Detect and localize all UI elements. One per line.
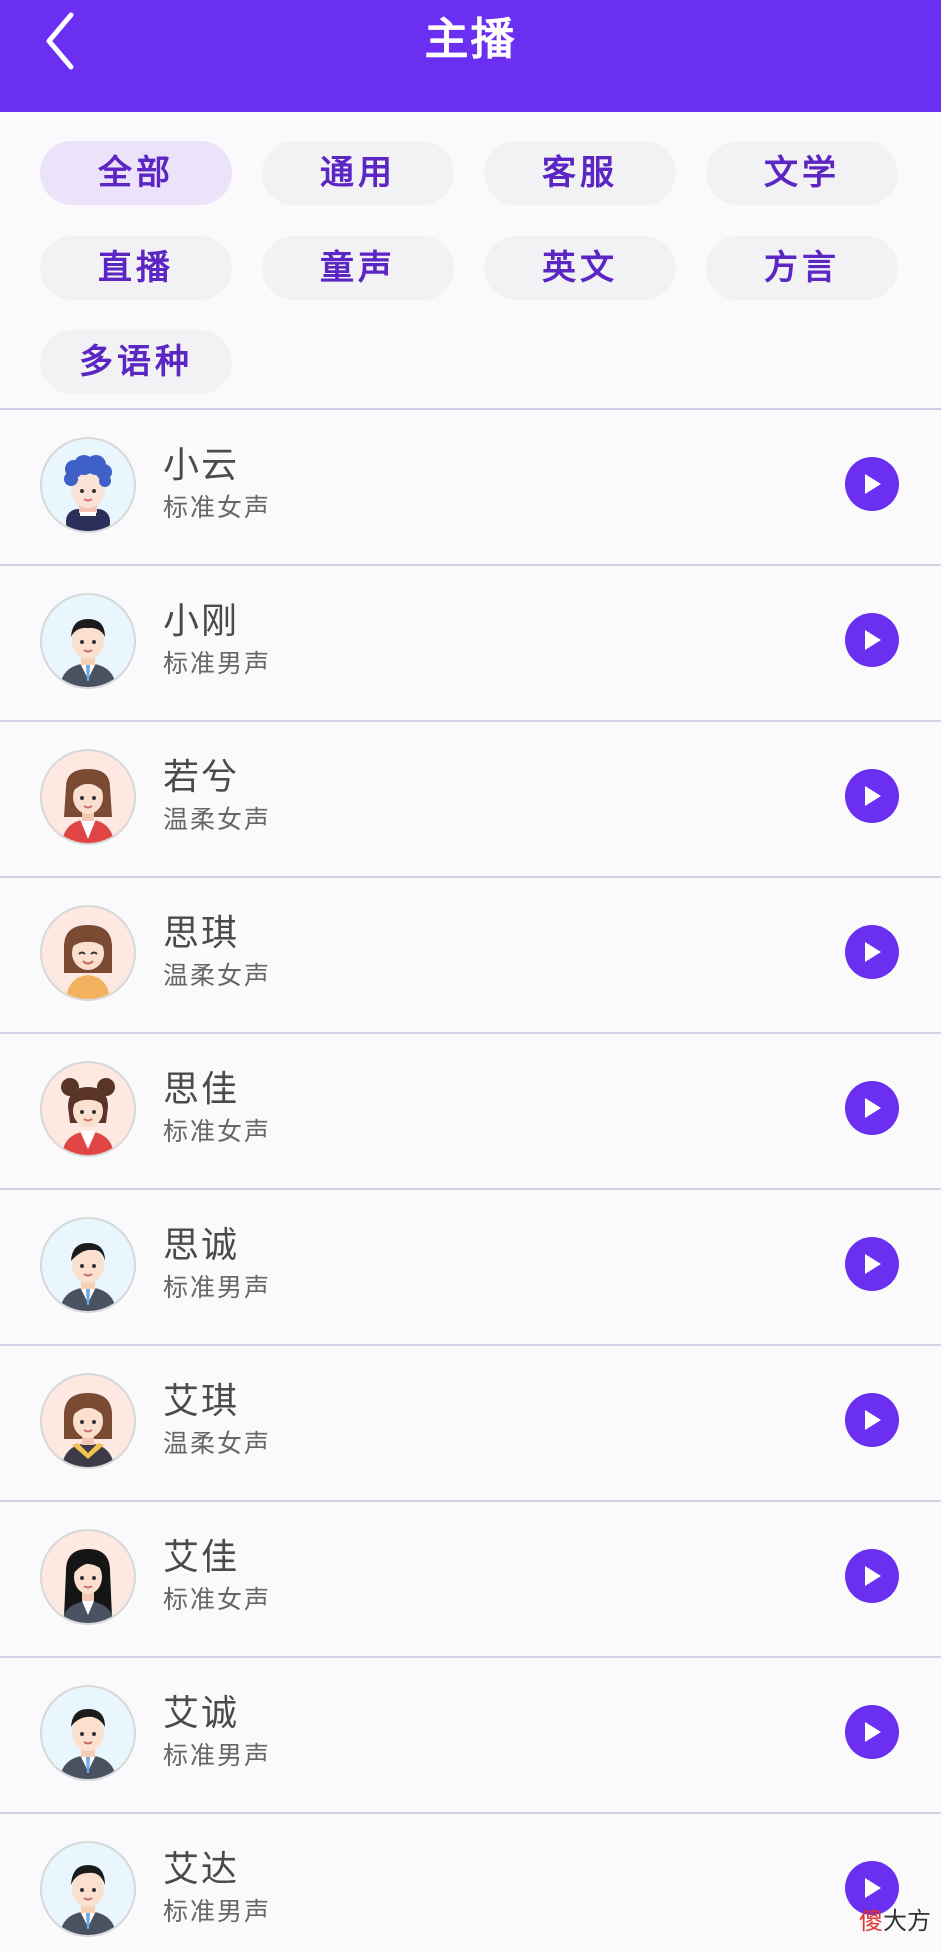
category-filter-bar: 全部 通用 客服 文学 直播 童声 英文 方言 多语种	[0, 112, 941, 409]
filter-chip-live[interactable]: 直播	[40, 236, 232, 300]
filter-chip-service[interactable]: 客服	[484, 141, 676, 205]
avatar	[40, 1841, 136, 1937]
speaker-name: 小刚	[163, 601, 240, 642]
filter-chip-dialect[interactable]: 方言	[706, 236, 898, 300]
speaker-name: 若兮	[163, 757, 240, 798]
speaker-voice: 标准男声	[163, 649, 272, 678]
watermark: 傻大方	[859, 1901, 931, 1936]
speaker-row[interactable]: 思佳 标准女声	[0, 1034, 941, 1190]
speaker-row[interactable]: 艾达 标准男声	[0, 1814, 941, 1952]
play-button[interactable]	[845, 457, 899, 511]
play-icon	[865, 786, 881, 806]
speaker-name: 艾诚	[163, 1693, 240, 1734]
filter-chip-all[interactable]: 全部	[40, 141, 232, 205]
page-title: 主播	[424, 14, 517, 65]
filter-chip-general[interactable]: 通用	[262, 141, 454, 205]
woman-red-scarf-avatar-icon	[62, 769, 114, 843]
play-button[interactable]	[845, 1081, 899, 1135]
speaker-row[interactable]: 艾琪 温柔女声	[0, 1346, 941, 1502]
play-icon	[865, 1878, 881, 1898]
play-icon	[865, 1410, 881, 1430]
boy-curly-hair-avatar-icon	[64, 455, 112, 531]
speaker-voice: 标准男声	[163, 1897, 272, 1926]
smiling-girl-avatar-icon	[64, 925, 112, 999]
speaker-row[interactable]: 小刚 标准男声	[0, 566, 941, 722]
filter-chip-literature[interactable]: 文学	[706, 141, 898, 205]
avatar	[40, 749, 136, 845]
play-button[interactable]	[845, 925, 899, 979]
filter-chip-multilingual[interactable]: 多语种	[40, 330, 232, 394]
speaker-voice: 标准女声	[163, 1117, 272, 1146]
watermark-text: 大方	[883, 1907, 931, 1935]
avatar	[40, 905, 136, 1001]
girl-buns-avatar-icon	[61, 1078, 115, 1155]
man-suit-avatar-icon	[60, 619, 116, 687]
speaker-row[interactable]: 思诚 标准男声	[0, 1190, 941, 1346]
speaker-row[interactable]: 艾诚 标准男声	[0, 1658, 941, 1814]
avatar	[40, 437, 136, 533]
avatar	[40, 1373, 136, 1469]
avatar	[40, 1217, 136, 1313]
app-screen: 主播 全部 通用 客服 文学 直播 童声 英文 方言 多语种 小云 标准女声 小…	[0, 0, 941, 1952]
play-button[interactable]	[845, 1705, 899, 1759]
woman-yellow-collar-avatar-icon	[62, 1393, 114, 1467]
speaker-row[interactable]: 思琪 温柔女声	[0, 878, 941, 1034]
speaker-list: 小云 标准女声 小刚 标准男声 若兮 温柔女声 思琪 温柔女声 思佳 标准女声 …	[0, 410, 941, 1952]
play-icon	[865, 1254, 881, 1274]
play-button[interactable]	[845, 1393, 899, 1447]
avatar	[40, 1529, 136, 1625]
app-header: 主播	[0, 0, 941, 112]
filter-chip-english[interactable]: 英文	[484, 236, 676, 300]
speaker-voice: 温柔女声	[163, 805, 272, 834]
play-icon	[865, 1722, 881, 1742]
speaker-name: 艾佳	[163, 1537, 240, 1578]
avatar	[40, 593, 136, 689]
play-button[interactable]	[845, 769, 899, 823]
speaker-name: 艾琪	[163, 1381, 240, 1422]
play-icon	[865, 474, 881, 494]
speaker-voice: 标准女声	[163, 1585, 272, 1614]
play-button[interactable]	[845, 613, 899, 667]
play-button[interactable]	[845, 1549, 899, 1603]
watermark-accent: 傻	[859, 1907, 883, 1935]
speaker-name: 艾达	[163, 1849, 240, 1890]
play-icon	[865, 1566, 881, 1586]
speaker-voice: 温柔女声	[163, 961, 272, 990]
speaker-row[interactable]: 若兮 温柔女声	[0, 722, 941, 878]
man-suit-avatar-icon	[60, 1243, 116, 1311]
play-icon	[865, 630, 881, 650]
man-suit-avatar-icon	[60, 1865, 116, 1935]
speaker-voice: 标准男声	[163, 1273, 272, 1302]
speaker-name: 思佳	[163, 1069, 240, 1110]
filter-chip-child[interactable]: 童声	[262, 236, 454, 300]
speaker-voice: 标准男声	[163, 1741, 272, 1770]
speaker-name: 小云	[163, 445, 240, 486]
speaker-row[interactable]: 艾佳 标准女声	[0, 1502, 941, 1658]
speaker-name: 思诚	[163, 1225, 240, 1266]
play-icon	[865, 1098, 881, 1118]
speaker-name: 思琪	[163, 913, 240, 954]
avatar	[40, 1061, 136, 1157]
play-button[interactable]	[845, 1237, 899, 1291]
avatar	[40, 1685, 136, 1781]
woman-long-black-hair-avatar-icon	[62, 1549, 114, 1623]
speaker-voice: 标准女声	[163, 493, 272, 522]
play-icon	[865, 942, 881, 962]
speaker-voice: 温柔女声	[163, 1429, 272, 1458]
speaker-row[interactable]: 小云 标准女声	[0, 410, 941, 566]
man-suit-avatar-icon	[60, 1709, 116, 1779]
